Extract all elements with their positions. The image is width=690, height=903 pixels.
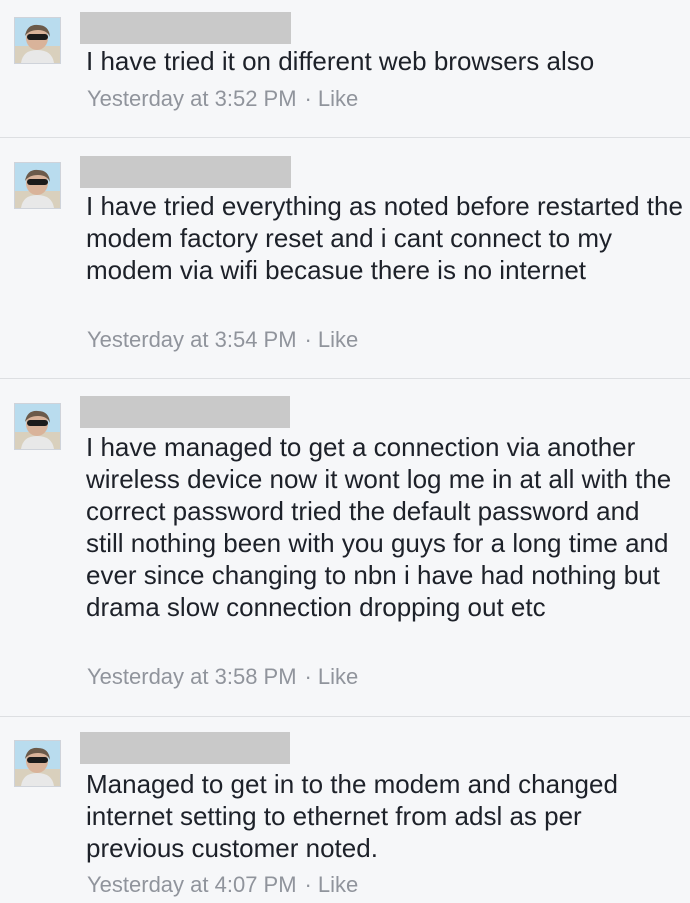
meta-separator: · [304, 872, 312, 897]
comment-timestamp[interactable]: Yesterday at 3:54 PM [87, 327, 297, 352]
avatar-photo-icon [15, 741, 60, 786]
avatar-photo-icon [15, 163, 60, 208]
redacted-author-name[interactable] [80, 396, 290, 428]
meta-separator: · [304, 327, 312, 352]
meta-separator: · [304, 664, 312, 689]
comment-item: Managed to get in to the modem and chang… [0, 717, 690, 903]
comment-meta: Yesterday at 3:58 PM · Like [87, 664, 358, 690]
avatar-photo-icon [15, 404, 60, 449]
comment-text: Managed to get in to the modem and chang… [86, 769, 618, 863]
like-button[interactable]: Like [318, 327, 358, 352]
comment-text: I have managed to get a connection via a… [86, 432, 672, 622]
comment-item: I have managed to get a connection via a… [0, 379, 690, 717]
comment-meta: Yesterday at 3:54 PM · Like [87, 327, 358, 353]
avatar[interactable] [14, 162, 61, 209]
redacted-author-name[interactable] [80, 156, 291, 188]
comment-meta: Yesterday at 4:07 PM · Like [87, 872, 358, 898]
redacted-author-name[interactable] [80, 12, 291, 44]
like-button[interactable]: Like [318, 872, 358, 897]
redacted-author-name[interactable] [80, 732, 290, 764]
avatar[interactable] [14, 403, 61, 450]
comment-item: I have tried it on different web browser… [0, 0, 690, 138]
like-button[interactable]: Like [318, 664, 358, 689]
avatar[interactable] [14, 17, 61, 64]
avatar[interactable] [14, 740, 61, 787]
comment-timestamp[interactable]: Yesterday at 3:52 PM [87, 86, 297, 111]
comment-item: I have tried everything as noted before … [0, 138, 690, 379]
comment-timestamp[interactable]: Yesterday at 3:58 PM [87, 664, 297, 689]
like-button[interactable]: Like [318, 86, 358, 111]
comment-meta: Yesterday at 3:52 PM · Like [87, 86, 358, 112]
comment-text: I have tried it on different web browser… [86, 46, 595, 76]
meta-separator: · [304, 86, 312, 111]
avatar-photo-icon [15, 18, 60, 63]
comment-timestamp[interactable]: Yesterday at 4:07 PM [87, 872, 297, 897]
comment-text: I have tried everything as noted before … [86, 191, 683, 285]
